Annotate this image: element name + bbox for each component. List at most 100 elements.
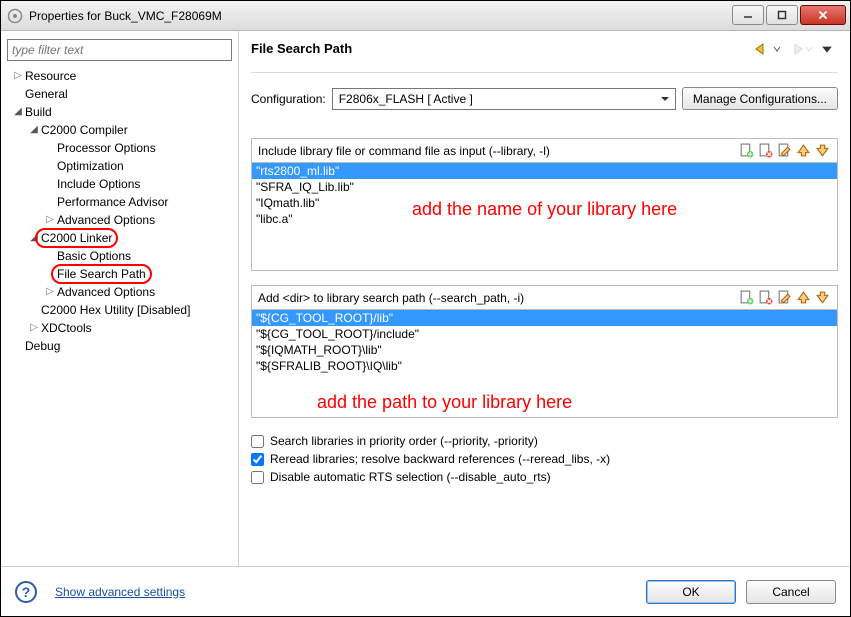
tree-label: Include Options [57, 175, 140, 193]
app-icon [7, 8, 23, 24]
tree-item[interactable]: ▷Advanced Options [7, 211, 232, 229]
tree-item[interactable]: ▷General [7, 85, 232, 103]
tree-item[interactable]: ◢Build [7, 103, 232, 121]
tree-item[interactable]: ▷File Search Path [7, 265, 232, 283]
tree-label: Advanced Options [57, 211, 155, 229]
tree-label: Debug [25, 337, 60, 355]
list-item[interactable]: "${IQMATH_ROOT}\lib" [252, 342, 837, 358]
twisty-none: ▷ [11, 85, 25, 103]
maximize-button[interactable] [766, 5, 798, 25]
config-value: F2806x_FLASH [ Active ] [339, 92, 473, 106]
list-item[interactable]: "rts2800_ml.lib" [252, 163, 837, 179]
titlebar: Properties for Buck_VMC_F28069M [1, 1, 850, 31]
tree-label: C2000 Compiler [41, 121, 128, 139]
twisty-none: ▷ [43, 175, 57, 193]
list-item[interactable]: "${CG_TOOL_ROOT}/include" [252, 326, 837, 342]
edit-file-icon[interactable] [776, 289, 793, 306]
config-label: Configuration: [251, 92, 326, 106]
tree-label: Processor Options [57, 139, 156, 157]
tree-item[interactable]: ▷C2000 Hex Utility [Disabled] [7, 301, 232, 319]
nav-tree: ▷Resource▷General◢Build◢C2000 Compiler▷P… [7, 67, 232, 355]
nav-back-button[interactable] [752, 43, 784, 55]
tree-label: C2000 Hex Utility [Disabled] [41, 301, 190, 319]
search-path-list[interactable]: "${CG_TOOL_ROOT}/lib""${CG_TOOL_ROOT}/in… [252, 309, 837, 417]
show-advanced-link[interactable]: Show advanced settings [55, 585, 185, 599]
tree-item[interactable]: ▷Include Options [7, 175, 232, 193]
twisty-open-icon[interactable]: ◢ [27, 229, 41, 247]
tree-label: XDCtools [41, 319, 92, 337]
chevron-down-icon [657, 94, 673, 104]
reread-label: Reread libraries; resolve backward refer… [270, 452, 610, 466]
include-library-list[interactable]: "rts2800_ml.lib""SFRA_IQ_Lib.lib""IQmath… [252, 162, 837, 270]
twisty-closed-icon[interactable]: ▷ [43, 283, 57, 301]
move-down-icon[interactable] [814, 142, 831, 159]
disable-rts-label: Disable automatic RTS selection (--disab… [270, 470, 551, 484]
tree-label: Advanced Options [57, 283, 155, 301]
minimize-button[interactable] [732, 5, 764, 25]
tree-label: Build [25, 103, 52, 121]
list-item[interactable]: "libc.a" [252, 211, 837, 227]
nav-forward-button[interactable] [784, 43, 816, 55]
tree-label: Optimization [57, 157, 124, 175]
tree-item[interactable]: ▷Basic Options [7, 247, 232, 265]
tree-item[interactable]: ▷Performance Advisor [7, 193, 232, 211]
reread-checkbox[interactable] [251, 453, 264, 466]
filter-input[interactable] [7, 39, 232, 61]
page-title: File Search Path [251, 41, 752, 56]
tree-item[interactable]: ▷Resource [7, 67, 232, 85]
twisty-none: ▷ [43, 247, 57, 265]
priority-label: Search libraries in priority order (--pr… [270, 434, 538, 448]
tree-label: C2000 Linker [41, 229, 112, 247]
window-title: Properties for Buck_VMC_F28069M [29, 9, 222, 23]
add-file-icon[interactable] [738, 142, 755, 159]
twisty-closed-icon[interactable]: ▷ [27, 319, 41, 337]
twisty-none: ▷ [43, 157, 57, 175]
include-library-label: Include library file or command file as … [258, 144, 736, 158]
manage-configurations-button[interactable]: Manage Configurations... [682, 87, 838, 110]
tree-label: Basic Options [57, 247, 131, 265]
nav-menu-button[interactable] [816, 43, 838, 55]
tree-item[interactable]: ▷XDCtools [7, 319, 232, 337]
move-up-icon[interactable] [795, 289, 812, 306]
close-button[interactable] [800, 5, 846, 25]
search-path-label: Add <dir> to library search path (--sear… [258, 291, 736, 305]
twisty-closed-icon[interactable]: ▷ [43, 211, 57, 229]
disable-rts-checkbox[interactable] [251, 471, 264, 484]
include-library-panel: Include library file or command file as … [251, 138, 838, 271]
annotation: add the path to your library here [317, 392, 572, 413]
tree-item[interactable]: ▷Optimization [7, 157, 232, 175]
delete-file-icon[interactable] [757, 289, 774, 306]
list-item[interactable]: "${CG_TOOL_ROOT}/lib" [252, 310, 837, 326]
help-icon[interactable]: ? [15, 581, 37, 603]
edit-file-icon[interactable] [776, 142, 793, 159]
ok-button[interactable]: OK [646, 580, 736, 604]
tree-item[interactable]: ◢C2000 Compiler [7, 121, 232, 139]
twisty-none: ▷ [43, 265, 57, 283]
config-select[interactable]: F2806x_FLASH [ Active ] [332, 88, 676, 110]
twisty-open-icon[interactable]: ◢ [27, 121, 41, 139]
tree-label: File Search Path [57, 265, 146, 283]
tree-item[interactable]: ▷Debug [7, 337, 232, 355]
list-item[interactable]: "SFRA_IQ_Lib.lib" [252, 179, 837, 195]
twisty-none: ▷ [27, 301, 41, 319]
add-file-icon[interactable] [738, 289, 755, 306]
list-item[interactable]: "${SFRALIB_ROOT}\IQ\lib" [252, 358, 837, 374]
twisty-none: ▷ [43, 193, 57, 211]
tree-item[interactable]: ◢C2000 Linker [7, 229, 232, 247]
tree-label: General [25, 85, 68, 103]
twisty-open-icon[interactable]: ◢ [11, 103, 25, 121]
cancel-button[interactable]: Cancel [746, 580, 836, 604]
priority-checkbox[interactable] [251, 435, 264, 448]
tree-label: Resource [25, 67, 76, 85]
move-down-icon[interactable] [814, 289, 831, 306]
twisty-none: ▷ [43, 139, 57, 157]
search-path-panel: Add <dir> to library search path (--sear… [251, 285, 838, 418]
tree-item[interactable]: ▷Processor Options [7, 139, 232, 157]
list-item[interactable]: "IQmath.lib" [252, 195, 837, 211]
delete-file-icon[interactable] [757, 142, 774, 159]
tree-label: Performance Advisor [57, 193, 168, 211]
twisty-closed-icon[interactable]: ▷ [11, 67, 25, 85]
tree-item[interactable]: ▷Advanced Options [7, 283, 232, 301]
twisty-none: ▷ [11, 337, 25, 355]
move-up-icon[interactable] [795, 142, 812, 159]
